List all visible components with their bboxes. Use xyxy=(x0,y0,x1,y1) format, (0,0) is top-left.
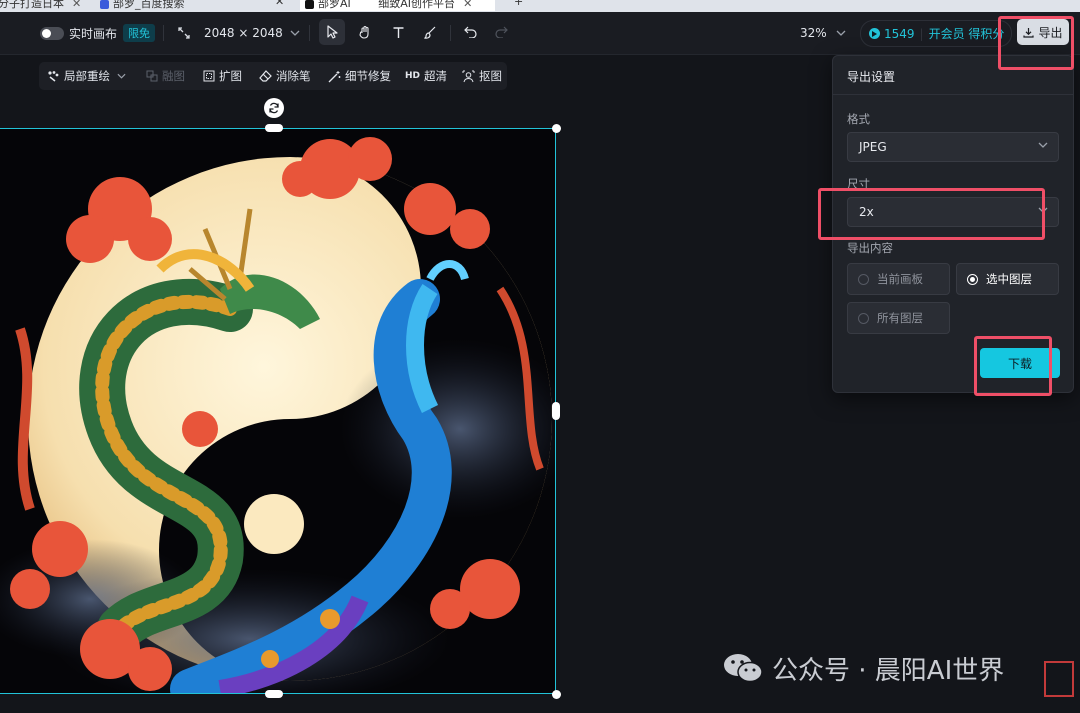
resize-handle-right[interactable] xyxy=(552,402,560,420)
inpaint-tool[interactable]: 局部重绘 xyxy=(47,62,130,90)
membership-link[interactable]: 开会员 得积分 xyxy=(929,25,1005,42)
undo-button[interactable] xyxy=(457,19,483,45)
favicon-icon xyxy=(100,0,109,9)
hand-icon xyxy=(359,25,369,39)
merge-icon xyxy=(146,70,158,82)
hd-upscale-tool[interactable]: HD 超清 xyxy=(405,62,447,90)
browser-tab-active[interactable]: 部罗AI 细致AI创作平台 ✕ xyxy=(300,0,495,11)
close-icon[interactable]: ✕ xyxy=(72,0,81,10)
export-button[interactable]: 导出 xyxy=(1017,19,1069,45)
text-icon xyxy=(393,26,403,38)
text-tool-button[interactable] xyxy=(385,19,411,45)
resize-icon xyxy=(178,27,190,39)
download-icon xyxy=(1023,27,1035,38)
chevron-down-icon xyxy=(117,73,126,79)
download-button[interactable]: 下载 xyxy=(980,348,1060,378)
cursor-arrow-icon xyxy=(327,25,338,39)
yin-yang-dragon-phoenix-artwork xyxy=(0,129,556,694)
chevron-down-icon xyxy=(290,30,300,36)
radio-checked-icon xyxy=(967,273,978,285)
hd-icon: HD xyxy=(405,71,421,81)
expand-icon xyxy=(203,70,215,82)
option-all-layers[interactable]: 所有图层 xyxy=(847,302,950,334)
resize-handle-bottom-right[interactable] xyxy=(552,690,561,699)
watermark: 公众号 · 晨阳AI世界 xyxy=(722,648,1004,688)
wechat-icon xyxy=(724,654,763,683)
redo-icon xyxy=(494,26,508,38)
brush-region-icon xyxy=(48,71,59,82)
cutout-icon xyxy=(462,70,475,82)
credits-pill[interactable]: 1549 | 开会员 得积分 xyxy=(860,20,1012,47)
cutout-tool[interactable]: 抠图 xyxy=(462,62,502,90)
edit-tools-bar: 局部重绘 融图 扩图 消除笔 细节修复 HD 超清 抠图 xyxy=(39,62,507,90)
format-select[interactable]: JPEG xyxy=(847,132,1059,162)
merge-tool[interactable]: 融图 xyxy=(146,62,185,90)
size-label: 尺寸 xyxy=(847,177,870,191)
browser-tab[interactable]: 部罗_百度搜索 xyxy=(100,0,185,11)
magic-wand-icon xyxy=(328,70,341,82)
option-current-board[interactable]: 当前画板 xyxy=(847,263,950,295)
new-tab-icon[interactable]: + xyxy=(514,0,523,11)
resize-handle-bottom[interactable] xyxy=(265,690,283,698)
divider xyxy=(450,25,451,41)
resize-handle-top[interactable] xyxy=(265,124,283,132)
redo-button[interactable] xyxy=(488,19,514,45)
format-label: 格式 xyxy=(847,112,870,126)
zoom-dropdown[interactable]: 32% xyxy=(800,12,846,54)
canvas-size-dropdown[interactable]: 2048 × 2048 xyxy=(178,12,300,54)
canvas-image[interactable] xyxy=(0,129,556,694)
browser-tab-strip: 分子打造日本 ✕ 部罗_百度搜索 ✕ 部罗AI 细致AI创作平台 ✕ + xyxy=(0,0,1080,12)
favicon-icon xyxy=(305,0,314,9)
seal-stamp xyxy=(1044,661,1074,697)
chevron-down-icon xyxy=(1038,142,1048,148)
rotate-handle[interactable] xyxy=(264,98,284,118)
export-settings-panel: 导出设置 格式 JPEG 尺寸 2x 导出内容 当前画板 选中图层 所有图层 下… xyxy=(832,55,1074,393)
radio-icon xyxy=(858,312,869,324)
export-content-label: 导出内容 xyxy=(847,241,893,255)
option-selected-layer[interactable]: 选中图层 xyxy=(956,263,1059,295)
radio-icon xyxy=(858,273,869,285)
close-icon[interactable]: ✕ xyxy=(463,0,472,10)
hand-tool-button[interactable] xyxy=(352,19,378,45)
detail-repair-tool[interactable]: 细节修复 xyxy=(328,62,391,90)
eraser-tool[interactable]: 消除笔 xyxy=(259,62,311,90)
top-toolbar: 实时画布 限免 2048 × 2048 32% 1549 | 开会员 得积分 导… xyxy=(0,12,1080,55)
brush-tool-button[interactable] xyxy=(417,19,443,45)
expand-tool[interactable]: 扩图 xyxy=(203,62,242,90)
brush-icon xyxy=(423,26,435,39)
realtime-canvas-toggle[interactable]: 实时画布 限免 xyxy=(40,12,156,54)
toggle-switch[interactable] xyxy=(40,26,64,40)
rotate-icon xyxy=(269,102,279,114)
chevron-down-icon xyxy=(836,30,846,36)
divider xyxy=(309,25,310,41)
select-tool-button[interactable] xyxy=(319,19,345,45)
size-select[interactable]: 2x xyxy=(847,197,1059,227)
free-badge: 限免 xyxy=(123,24,156,42)
credits-count: 1549 xyxy=(884,26,915,41)
divider xyxy=(163,25,164,41)
eraser-icon xyxy=(259,70,272,82)
resize-handle-top-right[interactable] xyxy=(552,124,561,133)
divider xyxy=(833,94,1073,95)
panel-title: 导出设置 xyxy=(847,70,896,84)
close-icon[interactable]: ✕ xyxy=(275,0,295,11)
play-coin-icon xyxy=(869,28,880,39)
undo-icon xyxy=(463,26,477,38)
browser-tab[interactable]: 分子打造日本 ✕ xyxy=(0,0,81,11)
chevron-down-icon xyxy=(1038,207,1048,213)
